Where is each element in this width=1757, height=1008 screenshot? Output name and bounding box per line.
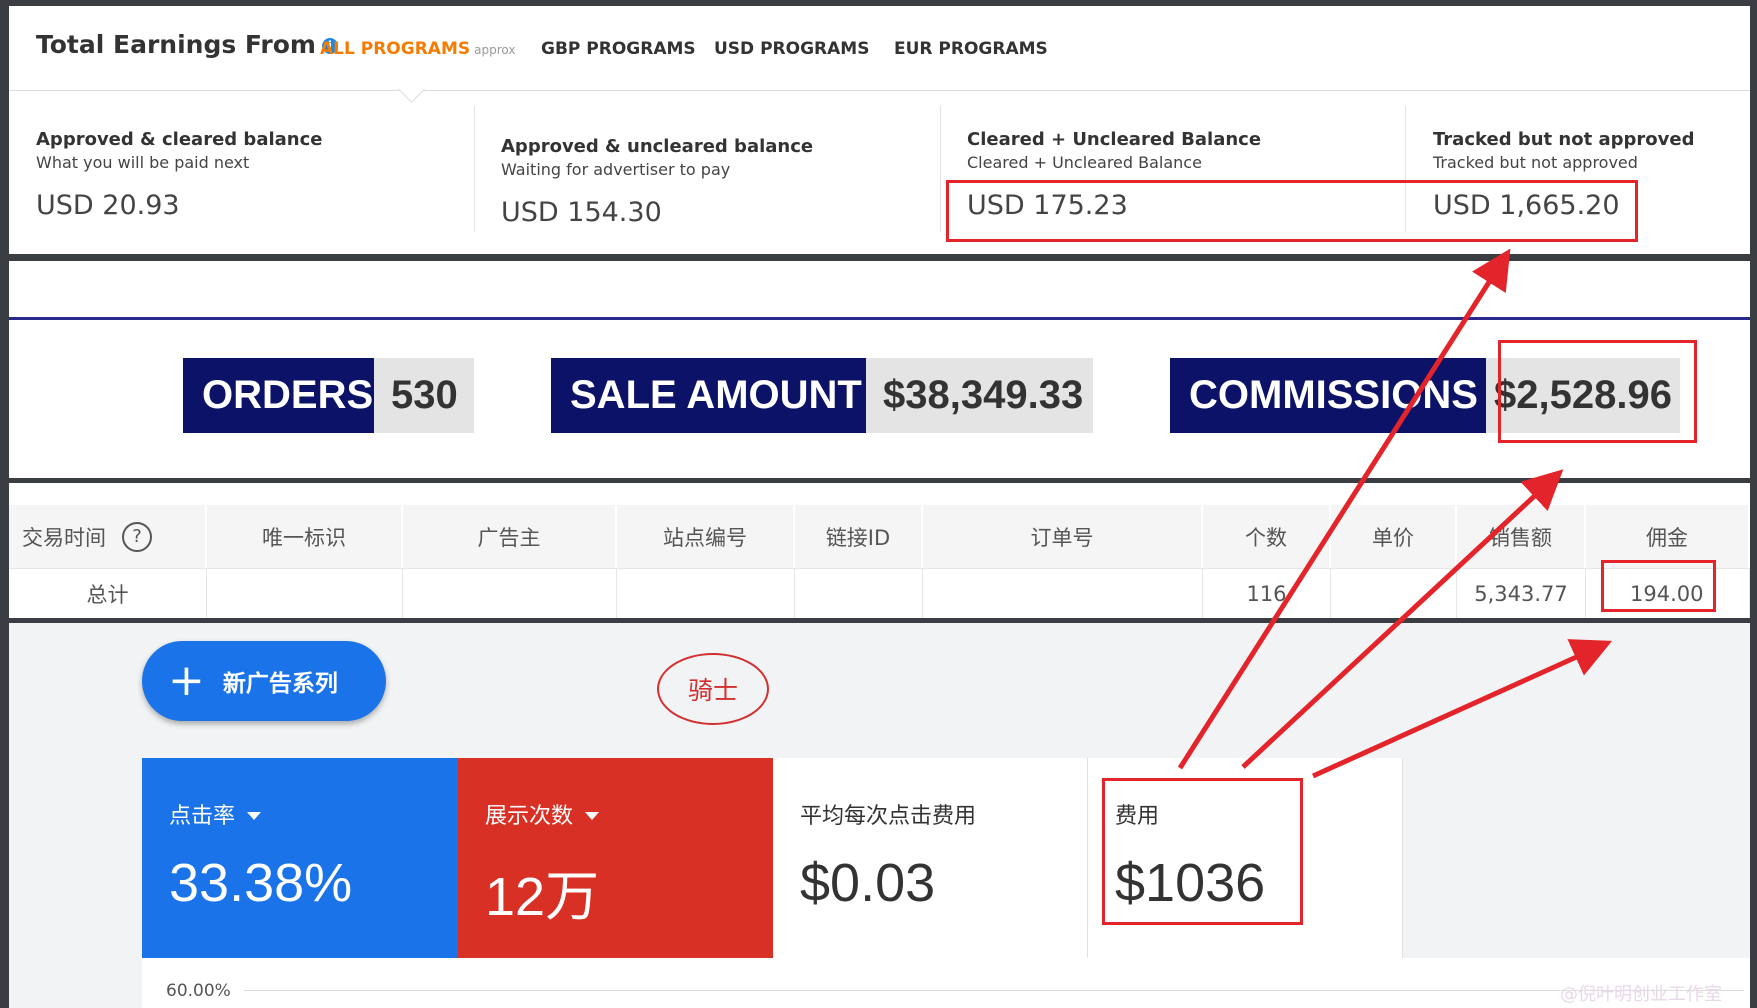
annotation-arrows xyxy=(1177,248,1613,779)
arrow-to-commissions xyxy=(1241,469,1564,769)
arrow-to-earnings xyxy=(1177,248,1511,770)
